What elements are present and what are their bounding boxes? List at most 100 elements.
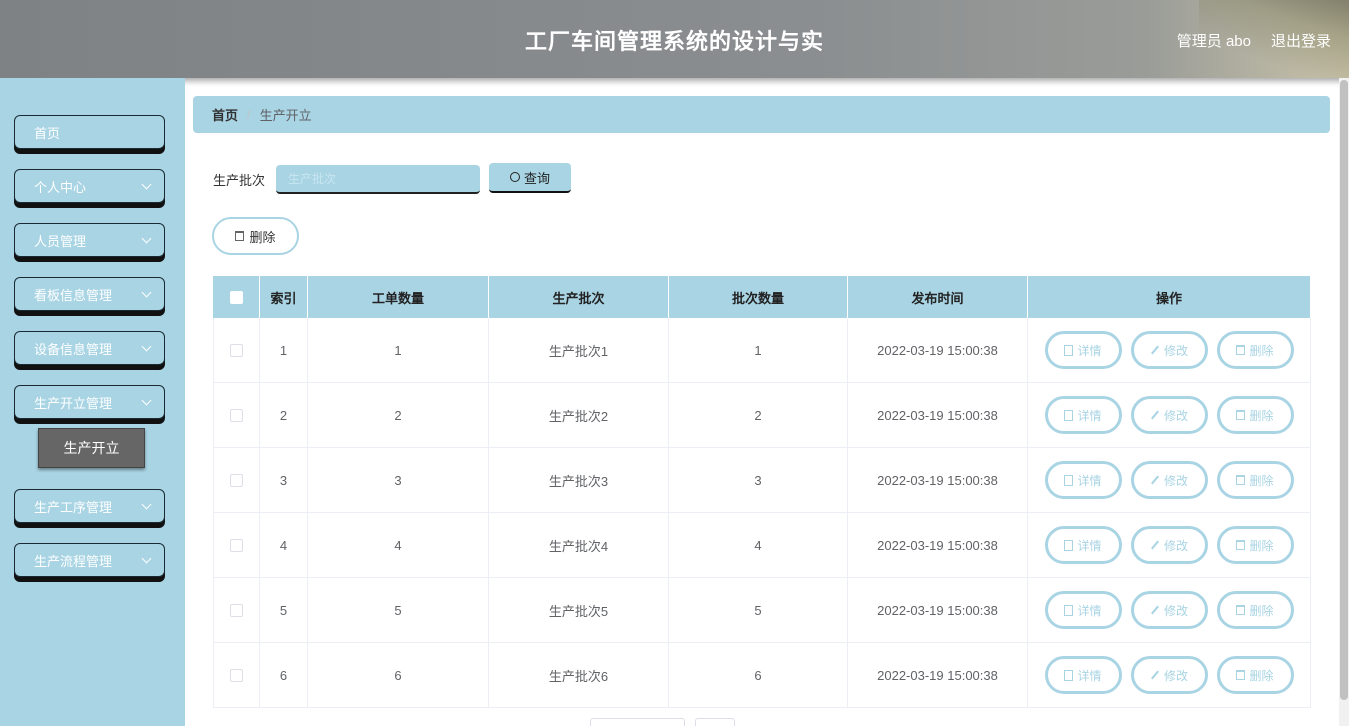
- cell-order-count: 5: [308, 578, 489, 642]
- cell-time: 2022-03-19 15:00:38: [848, 513, 1028, 577]
- batch-delete-label: 删除: [249, 229, 276, 245]
- cell-batch: 生产批次2: [489, 383, 669, 447]
- header-checkbox-cell: [213, 276, 260, 318]
- cell-batch: 生产批次1: [489, 318, 669, 382]
- page-size-select[interactable]: [590, 718, 685, 726]
- row-checkbox[interactable]: [230, 473, 243, 487]
- edit-icon: [1151, 540, 1159, 550]
- table-row: 2 2 生产批次2 2 2022-03-19 15:00:38 详情 修改 删除: [213, 383, 1311, 448]
- detail-button[interactable]: 详情: [1044, 591, 1122, 629]
- detail-button[interactable]: 详情: [1044, 656, 1122, 694]
- sidebar-item[interactable]: 看板信息管理: [14, 277, 165, 311]
- edit-button-label: 修改: [1163, 343, 1188, 358]
- cell-batch: 生产批次3: [489, 448, 669, 512]
- sidebar-item[interactable]: 人员管理: [14, 223, 165, 257]
- cell-batch-count: 1: [669, 318, 848, 382]
- detail-button[interactable]: 详情: [1044, 396, 1122, 434]
- cell-index: 4: [260, 513, 308, 577]
- table-header: 索引 工单数量 生产批次 批次数量 发布时间 操作: [213, 276, 1311, 318]
- scrollbar-thumb[interactable]: [1340, 80, 1348, 700]
- delete-button[interactable]: 删除: [1216, 656, 1294, 694]
- trash-icon: [1236, 540, 1246, 550]
- detail-button-label: 详情: [1077, 343, 1102, 358]
- edit-button[interactable]: 修改: [1130, 396, 1208, 434]
- chevron-down-icon: [141, 499, 152, 509]
- row-checkbox[interactable]: [230, 603, 243, 617]
- row-checkbox-cell: [213, 318, 260, 382]
- pagination: [590, 718, 735, 726]
- logout-link[interactable]: 退出登录: [1271, 30, 1331, 51]
- document-icon: [1064, 409, 1074, 421]
- search-label: 生产批次: [213, 173, 266, 188]
- cell-order-count: 6: [308, 643, 489, 707]
- cell-actions: 详情 修改 删除: [1028, 448, 1311, 512]
- table-row: 3 3 生产批次3 3 2022-03-19 15:00:38 详情 修改 删除: [213, 448, 1311, 513]
- detail-button-label: 详情: [1077, 668, 1102, 683]
- column-header: 操作: [1028, 276, 1311, 318]
- delete-button[interactable]: 删除: [1216, 591, 1294, 629]
- trash-icon: [1236, 605, 1246, 615]
- row-checkbox[interactable]: [230, 538, 243, 552]
- batch-delete-button[interactable]: 删除: [212, 217, 299, 255]
- scrollbar[interactable]: [1339, 78, 1349, 726]
- row-checkbox[interactable]: [230, 408, 243, 422]
- cell-time: 2022-03-19 15:00:38: [848, 448, 1028, 512]
- search-button[interactable]: 查询: [489, 163, 571, 193]
- sidebar-item-label: 生产工序管理: [34, 499, 113, 515]
- sidebar-item[interactable]: 设备信息管理: [14, 331, 165, 365]
- delete-button-label: 删除: [1249, 538, 1274, 553]
- sidebar-item[interactable]: 生产流程管理: [14, 543, 165, 577]
- table-row: 4 4 生产批次4 4 2022-03-19 15:00:38 详情 修改 删除: [213, 513, 1311, 578]
- edit-button[interactable]: 修改: [1130, 331, 1208, 369]
- search-input[interactable]: [276, 165, 480, 194]
- row-checkbox[interactable]: [230, 668, 243, 682]
- cell-index: 3: [260, 448, 308, 512]
- select-all-checkbox[interactable]: [229, 290, 243, 304]
- row-checkbox-cell: [213, 448, 260, 512]
- row-actions: 详情 修改 删除: [1044, 526, 1294, 564]
- edit-icon: [1151, 410, 1159, 420]
- app-title: 工厂车间管理系统的设计与实: [524, 29, 824, 54]
- chevron-down-icon: [141, 341, 152, 351]
- edit-button[interactable]: 修改: [1130, 461, 1208, 499]
- sidebar-item[interactable]: 生产工序管理: [14, 489, 165, 523]
- delete-button[interactable]: 删除: [1216, 526, 1294, 564]
- edit-icon: [1151, 605, 1159, 615]
- cell-time: 2022-03-19 15:00:38: [848, 318, 1028, 382]
- sidebar-subitem-production-open[interactable]: 生产开立: [38, 428, 145, 468]
- delete-button[interactable]: 删除: [1216, 461, 1294, 499]
- detail-button[interactable]: 详情: [1044, 461, 1122, 499]
- cell-actions: 详情 修改 删除: [1028, 643, 1311, 707]
- cell-time: 2022-03-19 15:00:38: [848, 643, 1028, 707]
- row-actions: 详情 修改 删除: [1044, 461, 1294, 499]
- edit-button[interactable]: 修改: [1130, 591, 1208, 629]
- delete-button[interactable]: 删除: [1216, 396, 1294, 434]
- page-jump-input[interactable]: [695, 718, 735, 726]
- detail-button[interactable]: 详情: [1044, 526, 1122, 564]
- edit-button[interactable]: 修改: [1130, 656, 1208, 694]
- table-row: 1 1 生产批次1 1 2022-03-19 15:00:38 详情 修改 删除: [213, 318, 1311, 383]
- breadcrumb-home[interactable]: 首页: [212, 105, 238, 124]
- edit-button[interactable]: 修改: [1130, 526, 1208, 564]
- trash-icon: [1236, 345, 1246, 355]
- sidebar-item[interactable]: 个人中心: [14, 169, 165, 203]
- row-checkbox[interactable]: [230, 343, 243, 357]
- admin-user-label[interactable]: 管理员 abo: [1177, 30, 1251, 51]
- cell-batch-count: 5: [669, 578, 848, 642]
- sidebar-item-label: 个人中心: [34, 179, 87, 195]
- cell-actions: 详情 修改 删除: [1028, 513, 1311, 577]
- detail-button[interactable]: 详情: [1044, 331, 1122, 369]
- sidebar-item-label: 首页: [34, 125, 61, 141]
- search-button-label: 查询: [523, 170, 550, 186]
- sidebar-item[interactable]: 生产开立管理: [14, 385, 165, 419]
- sidebar-item-label: 生产流程管理: [34, 553, 113, 569]
- table-row: 5 5 生产批次5 5 2022-03-19 15:00:38 详情 修改 删除: [213, 578, 1311, 643]
- column-header: 批次数量: [669, 276, 848, 318]
- document-icon: [1064, 474, 1074, 486]
- delete-button-label: 删除: [1249, 603, 1274, 618]
- delete-button[interactable]: 删除: [1216, 331, 1294, 369]
- column-header: 索引: [260, 276, 308, 318]
- cell-time: 2022-03-19 15:00:38: [848, 578, 1028, 642]
- top-header: 工厂车间管理系统的设计与实 管理员 abo 退出登录: [0, 0, 1349, 78]
- sidebar-item[interactable]: 首页: [14, 115, 165, 149]
